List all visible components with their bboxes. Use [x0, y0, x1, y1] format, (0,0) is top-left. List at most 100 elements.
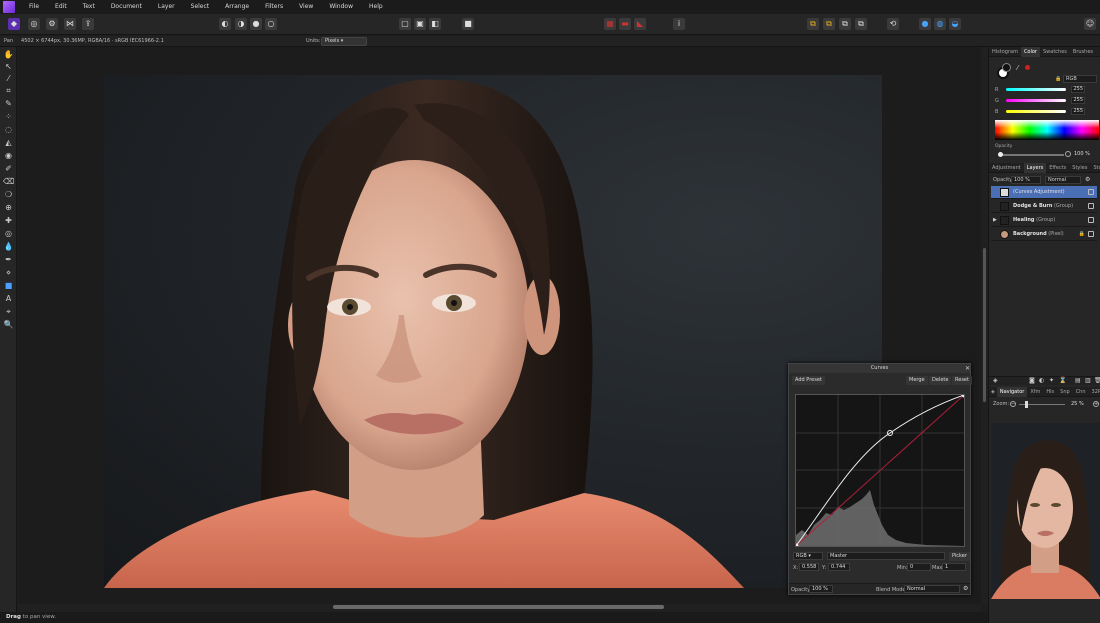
- tab-histogram[interactable]: Histogram: [989, 47, 1021, 57]
- view-tool-icon[interactable]: ✋: [3, 50, 14, 60]
- arrange-top-icon[interactable]: ⧉: [855, 18, 867, 30]
- channel-g-value[interactable]: 255: [1071, 97, 1085, 104]
- menu-help[interactable]: Help: [361, 0, 391, 14]
- delete-button[interactable]: Delete: [929, 376, 952, 385]
- export-persona-icon[interactable]: ⇪: [82, 18, 94, 30]
- boolean-intersect-icon[interactable]: ◒: [949, 18, 961, 30]
- mode-select[interactable]: Master: [827, 552, 945, 560]
- color-opacity-slider[interactable]: [1000, 154, 1064, 156]
- merge-button[interactable]: Merge: [906, 376, 928, 385]
- close-icon[interactable]: ✕: [965, 364, 970, 373]
- layers-blend-select[interactable]: Normal: [1045, 176, 1081, 184]
- arrange-back-icon[interactable]: ⧉: [807, 18, 819, 30]
- arrange-forward-icon[interactable]: ⧉: [823, 18, 835, 30]
- layer-settings-icon[interactable]: ⚙: [1085, 176, 1090, 183]
- tab-brushes[interactable]: Brushes: [1070, 47, 1096, 57]
- zoom-slider-knob[interactable]: [1025, 401, 1028, 408]
- channel-select[interactable]: RGB ▾: [793, 552, 823, 560]
- layer-visibility-checkbox[interactable]: [1088, 189, 1094, 195]
- tab-transform[interactable]: Xfm: [1027, 387, 1043, 397]
- color-picker-tool-icon[interactable]: ⁄: [3, 74, 14, 84]
- layer-lock-icon[interactable]: 🔒: [1079, 228, 1085, 241]
- tab-channels[interactable]: Chn: [1073, 387, 1089, 397]
- selection-mode-icon[interactable]: ■: [462, 18, 474, 30]
- gradient-tool-icon[interactable]: ◉: [3, 151, 14, 161]
- color-model-select[interactable]: RGB: [1063, 75, 1097, 83]
- transform-icon[interactable]: ⟲: [887, 18, 899, 30]
- channel-r-value[interactable]: 255: [1071, 86, 1085, 93]
- tab-32bit-preview[interactable]: 32P: [1089, 387, 1100, 397]
- zoom-value[interactable]: 25 %: [1071, 401, 1084, 407]
- pen-tool-icon[interactable]: ✒: [3, 255, 14, 265]
- zoom-in-icon[interactable]: +: [1093, 401, 1099, 407]
- layer-row-healing[interactable]: ▶ Healing (Group): [991, 214, 1097, 227]
- red-eye-tool-icon[interactable]: ◎: [3, 229, 14, 239]
- menu-text[interactable]: Text: [75, 0, 103, 14]
- menu-select[interactable]: Select: [183, 0, 218, 14]
- tab-effects[interactable]: Effects: [1046, 163, 1069, 173]
- flood-select-tool-icon[interactable]: ⁘: [3, 112, 14, 122]
- clone-brush-tool-icon[interactable]: ⊕: [3, 203, 14, 213]
- layer-row-curves[interactable]: (Curves Adjustment): [991, 186, 1097, 199]
- stroke-color-swatch[interactable]: [1002, 63, 1011, 72]
- color-spectrum[interactable]: [995, 120, 1099, 140]
- artistic-text-tool-icon[interactable]: A: [3, 294, 14, 304]
- crop-tool-icon[interactable]: ⌗: [3, 86, 14, 96]
- layer-visibility-checkbox[interactable]: [1088, 217, 1094, 223]
- curves-blend-select[interactable]: Normal: [904, 585, 960, 593]
- fx-layer-icon[interactable]: ✦: [1049, 377, 1054, 384]
- info-icon[interactable]: i: [673, 18, 685, 30]
- erase-brush-tool-icon[interactable]: ⌫: [3, 177, 14, 187]
- group-layer-icon[interactable]: ▤: [1075, 377, 1081, 384]
- snapping-icon[interactable]: ▦: [604, 18, 616, 30]
- units-select[interactable]: Pixels ▾: [321, 37, 367, 46]
- menu-file[interactable]: File: [21, 0, 47, 14]
- menu-layer[interactable]: Layer: [150, 0, 183, 14]
- mask-layer-icon[interactable]: ◙: [1029, 377, 1035, 384]
- layer-visibility-checkbox[interactable]: [1088, 231, 1094, 237]
- boolean-add-icon[interactable]: ●: [919, 18, 931, 30]
- develop-persona-icon[interactable]: ⚙: [46, 18, 58, 30]
- min-field[interactable]: 0: [907, 563, 931, 571]
- node-tool-icon[interactable]: ⋄: [3, 268, 14, 278]
- dodge-brush-tool-icon[interactable]: ❍: [3, 190, 14, 200]
- eyedropper-icon[interactable]: ⁄: [1017, 64, 1018, 72]
- channel-b-value[interactable]: 255: [1071, 108, 1085, 115]
- adjustment-layer-icon[interactable]: ◐: [1039, 377, 1044, 384]
- add-preset-button[interactable]: Add Preset: [792, 376, 825, 385]
- tab-swatches[interactable]: Swatches: [1040, 47, 1070, 57]
- tone-mapping-persona-icon[interactable]: ⋈: [64, 18, 76, 30]
- tab-styles[interactable]: Styles: [1069, 163, 1090, 173]
- auto-colors-icon[interactable]: ●: [250, 18, 262, 30]
- flood-fill-tool-icon[interactable]: ◭: [3, 138, 14, 148]
- color-picker-icon[interactable]: ◣: [634, 18, 646, 30]
- move-tool-icon[interactable]: ↖: [3, 62, 14, 72]
- tab-color[interactable]: Color: [1020, 46, 1040, 57]
- liquify-persona-icon[interactable]: ◎: [28, 18, 40, 30]
- picker-button[interactable]: Picker: [949, 552, 970, 561]
- layers-options-icon[interactable]: ◈: [993, 377, 998, 384]
- color-opacity-value[interactable]: 100 %: [1074, 151, 1090, 157]
- color-opacity-knob[interactable]: [1065, 151, 1071, 157]
- menu-view[interactable]: View: [291, 0, 321, 14]
- selection-brush-tool-icon[interactable]: ✎: [3, 99, 14, 109]
- refine-selection-icon[interactable]: ◧: [429, 18, 441, 30]
- y-field[interactable]: 0.744: [828, 563, 850, 571]
- horizontal-scroll-thumb[interactable]: [333, 605, 664, 609]
- live-filter-icon[interactable]: ⌛: [1059, 377, 1066, 384]
- paint-brush-tool-icon[interactable]: ✐: [3, 164, 14, 174]
- curves-settings-icon[interactable]: ⚙: [963, 585, 968, 592]
- max-field[interactable]: 1: [942, 563, 966, 571]
- delete-layer-icon[interactable]: 🗑: [1094, 377, 1100, 384]
- menu-window[interactable]: Window: [321, 0, 361, 14]
- document-image[interactable]: [104, 75, 882, 588]
- arrange-front-icon[interactable]: ⧉: [839, 18, 851, 30]
- mask-mode-icon[interactable]: ▢: [399, 18, 411, 30]
- menu-arrange[interactable]: Arrange: [217, 0, 257, 14]
- photo-persona-icon[interactable]: ◆: [8, 18, 20, 30]
- layer-row-background[interactable]: Background (Pixel) 🔒: [991, 228, 1097, 241]
- curves-opacity-field[interactable]: 100 %: [809, 585, 833, 593]
- zoom-tool-icon[interactable]: 🔍: [3, 320, 14, 330]
- channel-b-slider[interactable]: [1006, 110, 1066, 113]
- healing-brush-tool-icon[interactable]: ✚: [3, 216, 14, 226]
